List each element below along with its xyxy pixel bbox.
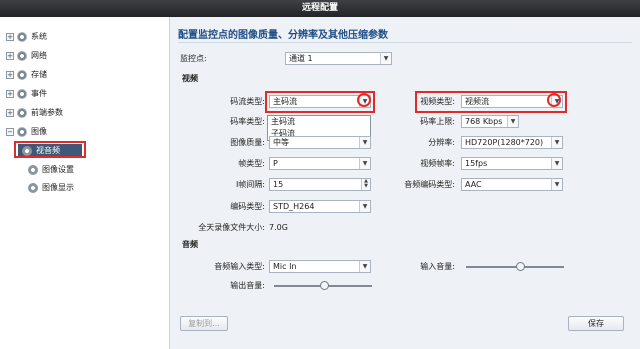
encoding-type-value: STD_H264 [273,202,315,211]
dropdown-option-main[interactable]: 主码流 [268,116,370,128]
image-quality-label: 图像质量: [230,138,265,147]
tree-label: 事件 [31,89,47,98]
highlight-circle [357,93,371,107]
expand-icon[interactable]: + [6,33,14,41]
frame-rate-value: 15fps [465,159,488,168]
chevron-down-icon[interactable]: ▼ [551,158,562,169]
resolution-label: 分辨率: [428,138,455,147]
gear-icon [17,70,27,80]
encoding-type-select[interactable]: STD_H264 ▼ [269,200,371,213]
chevron-down-icon[interactable]: ▼ [551,137,562,148]
expand-icon[interactable]: + [6,71,14,79]
i-frame-interval-input[interactable]: 15 ▲ ▼ [269,178,371,191]
i-frame-interval-label: I帧间隔: [235,180,265,189]
highlight-circle [547,93,561,107]
audio-encoding-select[interactable]: AAC ▼ [461,178,563,191]
tree-label: 系统 [31,32,47,41]
gear-icon [17,127,27,137]
monitor-point-value: 通道 1 [289,54,313,63]
encoding-type-label: 编码类型: [230,202,265,211]
chevron-down-icon[interactable]: ▼ [380,53,391,64]
video-section-title: 视频 [182,74,198,83]
highlight-box [14,141,86,158]
copy-to-button[interactable]: 复制到... [180,316,228,331]
stream-type-label: 码流类型: [230,97,265,106]
output-volume-label: 输出音量: [230,281,265,290]
chevron-down-icon[interactable]: ▼ [551,179,562,190]
slider-track [466,266,564,268]
frame-type-select[interactable]: P ▼ [269,157,371,170]
frame-type-value: P [273,159,278,168]
tree-item-image-settings[interactable]: 图像设置 [28,163,74,177]
tree-label: 图像 [31,127,47,136]
audio-section-title: 音频 [182,240,198,249]
tree-item-frontend-params[interactable]: + 前端参数 [6,106,63,120]
gear-icon [28,183,38,193]
tree-item-image[interactable]: − 图像 [6,125,47,139]
resolution-select[interactable]: HD720P(1280*720) ▼ [461,136,563,149]
audio-input-type-value: Mic In [273,262,297,271]
slider-thumb[interactable] [516,262,525,271]
tree-label: 网络 [31,51,47,60]
frame-rate-select[interactable]: 15fps ▼ [461,157,563,170]
audio-input-type-select[interactable]: Mic In ▼ [269,260,371,273]
tree-label: 图像设置 [42,165,74,174]
chevron-down-icon[interactable]: ▼ [359,137,370,148]
tree-label: 存储 [31,70,47,79]
file-size-value: 7.0G [269,223,288,232]
image-quality-select[interactable]: 中等 ▼ [269,136,371,149]
gear-icon [17,51,27,61]
file-size-label: 全天录像文件大小: [198,223,265,232]
bitrate-limit-select[interactable]: 768 Kbps ▼ [461,115,519,128]
config-tree: + 系统 + 网络 + 存储 + 事件 + 前端参数 − 图像 视音频 图像设置… [0,17,170,349]
chevron-down-icon[interactable]: ▼ [359,201,370,212]
gear-icon [17,32,27,42]
spinner-arrows-icon[interactable]: ▲ ▼ [361,179,370,190]
frame-rate-label: 视频帧率: [420,159,455,168]
audio-encoding-value: AAC [465,180,482,189]
chevron-down-icon[interactable]: ▼ [507,116,518,127]
config-panel: 配置监控点的图像质量、分辨率及其他压缩参数 监控点: 通道 1 ▼ 视频 码流类… [170,17,640,349]
bitrate-limit-label: 码率上限: [420,117,455,126]
tree-item-image-display[interactable]: 图像显示 [28,181,74,195]
audio-input-type-label: 音频输入类型: [214,262,265,271]
expand-icon[interactable]: + [6,52,14,60]
input-volume-label: 输入音量: [420,262,455,271]
expand-icon[interactable]: + [6,109,14,117]
collapse-icon[interactable]: − [6,128,14,136]
image-quality-value: 中等 [273,138,289,147]
slider-thumb[interactable] [320,281,329,290]
frame-type-label: 帧类型: [238,159,265,168]
monitor-point-select[interactable]: 通道 1 ▼ [285,52,392,65]
tree-item-system[interactable]: + 系统 [6,30,47,44]
window-title: 远程配置 [0,0,640,17]
resolution-value: HD720P(1280*720) [465,138,544,147]
monitor-point-label: 监控点: [180,54,207,63]
divider [178,42,632,43]
expand-icon[interactable]: + [6,90,14,98]
page-title: 配置监控点的图像质量、分辨率及其他压缩参数 [178,30,388,41]
bitrate-limit-value: 768 Kbps [465,117,503,126]
tree-item-network[interactable]: + 网络 [6,49,47,63]
highlight-box [415,91,567,113]
tree-item-storage[interactable]: + 存储 [6,68,47,82]
chevron-down-icon[interactable]: ▼ [359,261,370,272]
gear-icon [28,165,38,175]
chevron-down-icon[interactable]: ▼ [359,158,370,169]
save-button[interactable]: 保存 [568,316,624,331]
i-frame-interval-value: 15 [273,180,284,189]
tree-label: 图像显示 [42,183,74,192]
tree-label: 前端参数 [31,108,63,117]
tree-item-event[interactable]: + 事件 [6,87,47,101]
bitrate-type-label: 码率类型: [230,117,265,126]
output-volume-slider[interactable] [274,281,372,291]
audio-encoding-label: 音频编码类型: [404,180,455,189]
gear-icon [17,89,27,99]
input-volume-slider[interactable] [466,262,564,272]
gear-icon [17,108,27,118]
